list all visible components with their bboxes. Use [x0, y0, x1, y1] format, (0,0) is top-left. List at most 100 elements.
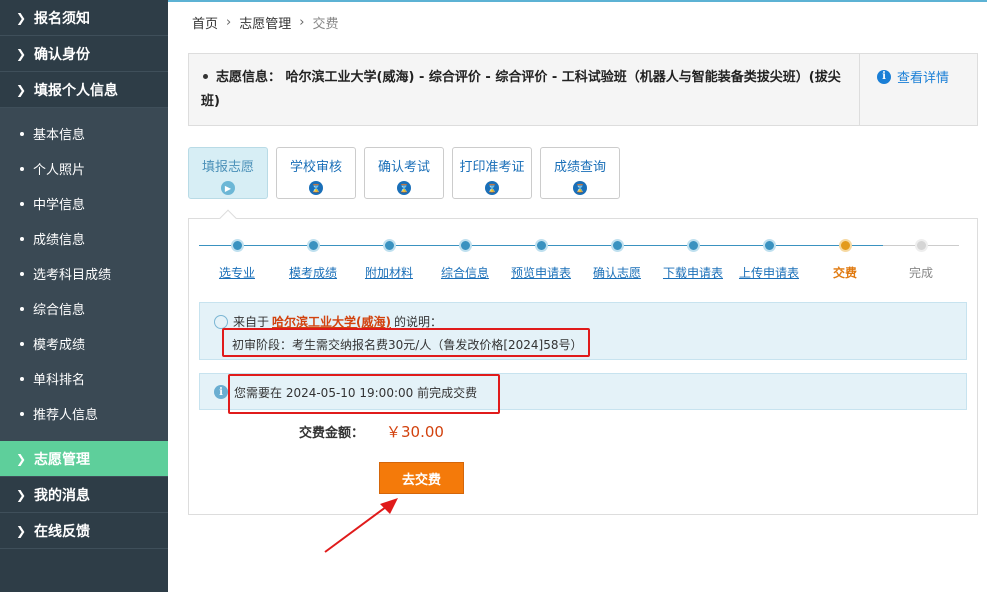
- breadcrumb-level2[interactable]: 志愿管理: [239, 13, 291, 32]
- chevron-right-icon: ❯: [16, 451, 27, 466]
- lightbulb-icon: [214, 314, 228, 329]
- step-comprehensive-info[interactable]: 综合信息: [427, 235, 503, 281]
- chevron-right-icon: ❯: [16, 487, 27, 502]
- step-label[interactable]: 上传申请表: [731, 264, 807, 281]
- step-select-major[interactable]: 选专业: [199, 235, 275, 281]
- sidebar: ❯ 报名须知 ❯ 确认身份 ❯ 填报个人信息 基本信息 个人照片 中学信息 成绩…: [0, 0, 168, 592]
- bullet-icon: [20, 166, 24, 171]
- bullet-icon: [20, 376, 24, 381]
- step-label[interactable]: 附加材料: [351, 264, 427, 281]
- step-upload-form[interactable]: 上传申请表: [731, 235, 807, 281]
- sidebar-sub-item-mock-exam[interactable]: 模考成绩: [0, 326, 168, 361]
- hourglass-icon: ⌛: [397, 181, 411, 195]
- step-node: [686, 239, 700, 252]
- step-node: [610, 239, 624, 252]
- sidebar-sub-item-label: 成绩信息: [33, 233, 86, 248]
- hourglass-icon: ⌛: [485, 181, 499, 195]
- application-info-text: 哈尔滨工业大学(威海) - 综合评价 - 综合评价 - 工科试验班（机器人与智能…: [201, 70, 841, 109]
- step-mock-exam[interactable]: 模考成绩: [275, 235, 351, 281]
- step-preview-form[interactable]: 预览申请表: [503, 235, 579, 281]
- step-node-current: [838, 239, 852, 252]
- sidebar-sub-item-school-info[interactable]: 中学信息: [0, 186, 168, 221]
- step-label[interactable]: 确认志愿: [579, 264, 655, 281]
- sidebar-item-my-messages[interactable]: ❯ 我的消息: [0, 477, 168, 513]
- university-note: 来自于 哈尔滨工业大学(威海) 的说明： 初审阶段：考生需交纳报名费30元/人（…: [199, 302, 967, 360]
- step-node: [306, 239, 320, 252]
- sidebar-item-registration-notice[interactable]: ❯ 报名须知: [0, 0, 168, 36]
- play-icon: ▶: [221, 181, 235, 195]
- chevron-right-icon: ›: [226, 14, 232, 30]
- step-complete: 完成: [883, 235, 959, 281]
- step-node: [458, 239, 472, 252]
- step-extra-materials[interactable]: 附加材料: [351, 235, 427, 281]
- sidebar-item-label: 确认身份: [34, 46, 90, 63]
- sidebar-sub-item-photo[interactable]: 个人照片: [0, 151, 168, 186]
- sidebar-sub-item-elective-grades[interactable]: 选考科目成绩: [0, 256, 168, 291]
- annotation-highlight-box: [228, 374, 500, 414]
- sidebar-item-online-feedback[interactable]: ❯ 在线反馈: [0, 513, 168, 549]
- sidebar-item-label: 在线反馈: [34, 523, 90, 540]
- step-label[interactable]: 选专业: [199, 264, 275, 281]
- sidebar-sub-item-basic-info[interactable]: 基本信息: [0, 116, 168, 151]
- divider: [859, 54, 860, 125]
- tab-score-query[interactable]: 成绩查询 ⌛: [540, 147, 620, 199]
- sidebar-sub-item-label: 模考成绩: [33, 338, 86, 353]
- deadline-note: i 您需要在 2024-05-10 19:00:00 前完成交费: [199, 373, 967, 414]
- chevron-right-icon: ❯: [16, 82, 27, 97]
- breadcrumb-home[interactable]: 首页: [192, 13, 218, 32]
- breadcrumb-current: 交费: [312, 16, 339, 32]
- step-label[interactable]: 模考成绩: [275, 264, 351, 281]
- sidebar-item-label: 志愿管理: [34, 451, 90, 468]
- chevron-right-icon: ❯: [16, 46, 27, 61]
- tab-school-review[interactable]: 学校审核 ⌛: [276, 147, 356, 199]
- panel-notch: [219, 209, 237, 227]
- tab-label: 填报志愿: [201, 160, 254, 175]
- main-content: 首页 › 志愿管理 › 交费 志愿信息： 哈尔滨工业大学(威海) - 综合评价 …: [188, 0, 978, 515]
- step-node: [382, 239, 396, 252]
- step-confirm-application[interactable]: 确认志愿: [579, 235, 655, 281]
- sidebar-sub-list: 基本信息 个人照片 中学信息 成绩信息 选考科目成绩 综合信息 模考成绩 单科排…: [0, 108, 168, 441]
- fee-label: 交费金额：: [299, 426, 365, 441]
- tab-print-admission[interactable]: 打印准考证 ⌛: [452, 147, 532, 199]
- sidebar-sub-item-label: 选考科目成绩: [33, 268, 112, 283]
- sidebar-item-label: 报名须知: [34, 10, 90, 27]
- chevron-right-icon: ❯: [16, 10, 27, 25]
- step-label: 交费: [832, 266, 857, 280]
- sidebar-sub-item-comprehensive-info[interactable]: 综合信息: [0, 291, 168, 326]
- step-download-form[interactable]: 下载申请表: [655, 235, 731, 281]
- sidebar-item-confirm-identity[interactable]: ❯ 确认身份: [0, 36, 168, 72]
- bullet-icon: [20, 271, 24, 276]
- breadcrumb: 首页 › 志愿管理 › 交费: [188, 0, 978, 44]
- step-label[interactable]: 预览申请表: [503, 264, 579, 281]
- sidebar-item-label: 我的消息: [34, 487, 90, 504]
- sidebar-item-label: 填报个人信息: [34, 82, 118, 99]
- sidebar-item-application-management[interactable]: ❯ 志愿管理: [0, 441, 168, 477]
- bullet-icon: [20, 201, 24, 206]
- application-info-box: 志愿信息： 哈尔滨工业大学(威海) - 综合评价 - 综合评价 - 工科试验班（…: [188, 53, 978, 126]
- step-label[interactable]: 综合信息: [427, 264, 503, 281]
- tab-label: 成绩查询: [553, 160, 606, 175]
- step-payment: 交费: [807, 235, 883, 281]
- sidebar-sub-item-label: 中学信息: [33, 198, 86, 213]
- sidebar-item-personal-info[interactable]: ❯ 填报个人信息: [0, 72, 168, 108]
- bullet-icon: [20, 236, 24, 241]
- application-info-label: 志愿信息：: [216, 70, 282, 85]
- view-details-label: 查看详情: [897, 71, 950, 86]
- sidebar-sub-item-grades[interactable]: 成绩信息: [0, 221, 168, 256]
- step-label[interactable]: 下载申请表: [655, 264, 731, 281]
- step-label: 完成: [908, 266, 933, 280]
- sidebar-sub-item-subject-rank[interactable]: 单科排名: [0, 361, 168, 396]
- step-node-todo: [914, 239, 928, 252]
- view-details-link[interactable]: i 查看详情: [877, 67, 949, 86]
- fee-row: 交费金额： ￥30.00: [299, 421, 444, 442]
- tab-label: 确认考试: [377, 160, 430, 175]
- tab-label: 打印准考证: [459, 160, 525, 175]
- bullet-icon: [20, 341, 24, 346]
- hourglass-icon: ⌛: [309, 181, 323, 195]
- tab-fill-application[interactable]: 填报志愿 ▶: [188, 147, 268, 199]
- bullet-icon: [203, 74, 208, 79]
- sidebar-sub-item-referrer[interactable]: 推荐人信息: [0, 396, 168, 431]
- annotation-arrow-icon: [324, 498, 398, 553]
- tab-confirm-exam[interactable]: 确认考试 ⌛: [364, 147, 444, 199]
- bullet-icon: [20, 411, 24, 416]
